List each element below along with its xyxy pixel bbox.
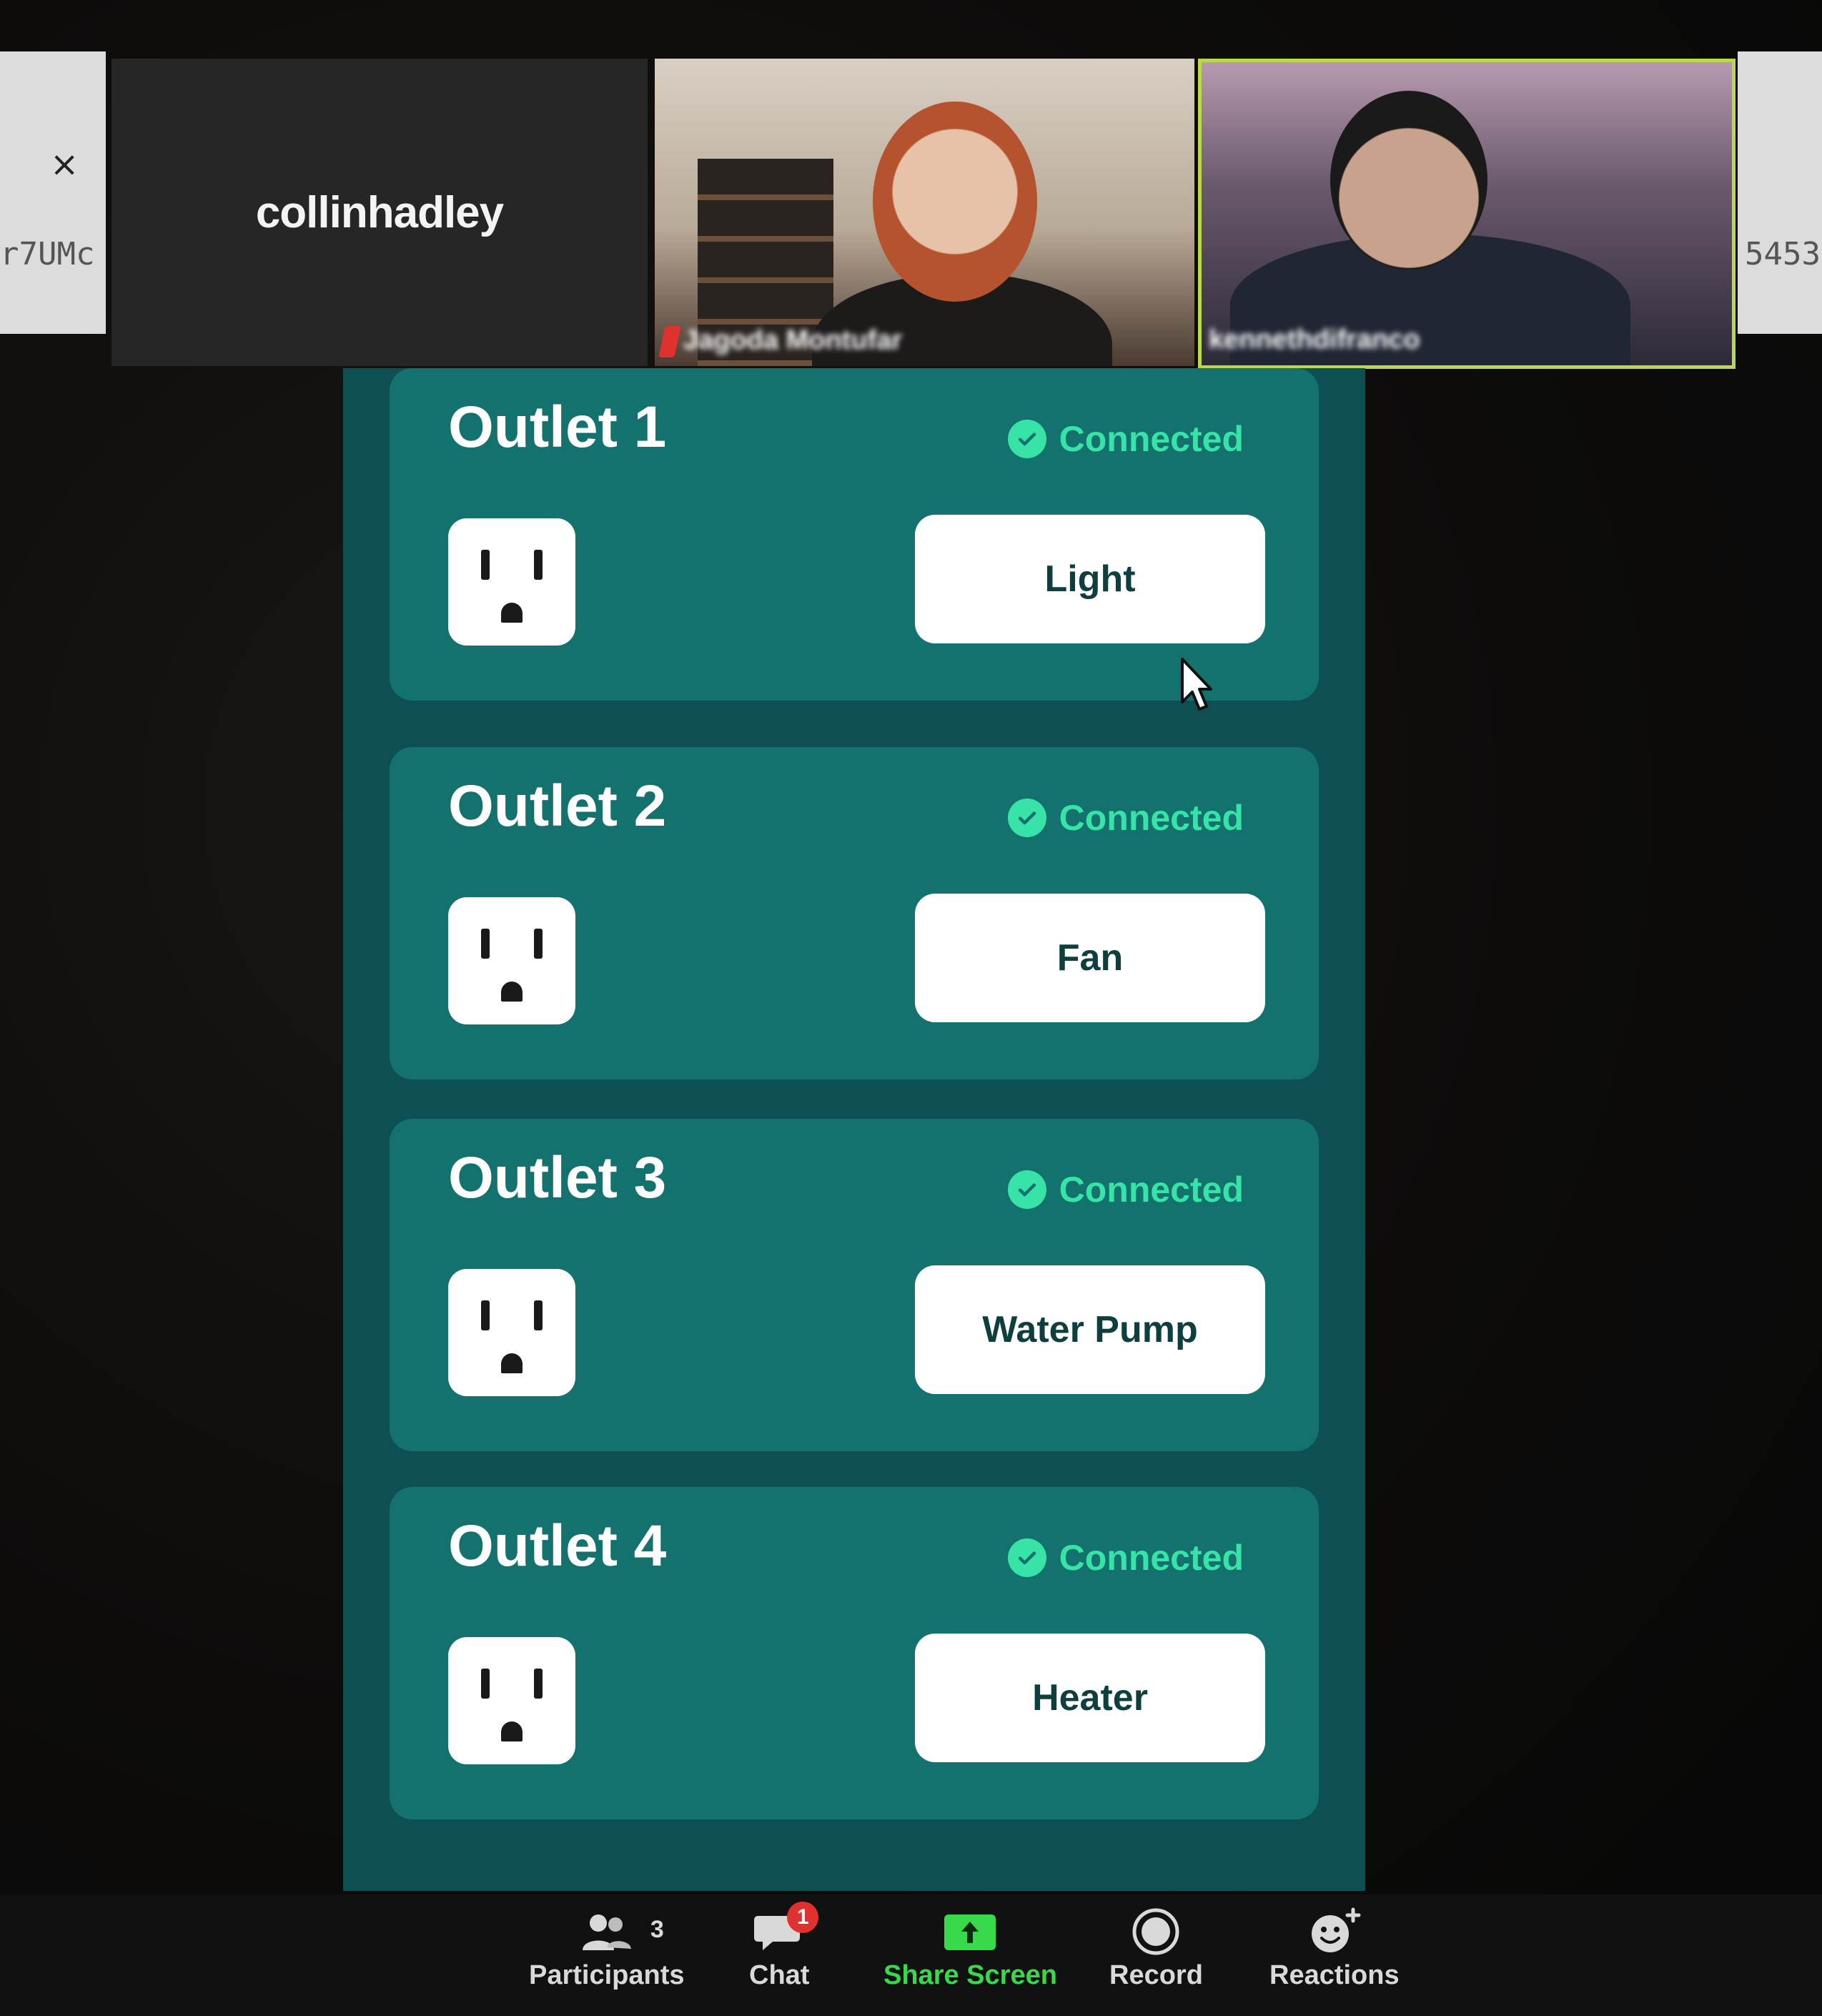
power-outlet-icon <box>448 1637 575 1764</box>
meeting-toolbar: 3 Participants 1 Chat Share Screen Recor… <box>0 1894 1822 2016</box>
status-label: Connected <box>1059 419 1244 459</box>
status-label: Connected <box>1059 798 1244 838</box>
status-label: Connected <box>1059 1538 1244 1578</box>
browser-tab-left: × r7UMc <box>0 51 106 334</box>
device-button-light[interactable]: Light <box>915 515 1265 643</box>
participants-button[interactable]: 3 Participants <box>529 1903 685 1991</box>
participants-icon: 3 <box>578 1903 664 1960</box>
url-fragment-left: r7UMc <box>0 236 95 272</box>
unread-chat-badge: 1 <box>787 1902 819 1933</box>
record-icon <box>1131 1903 1181 1960</box>
share-screen-icon <box>941 1903 999 1960</box>
reactions-label: Reactions <box>1269 1960 1400 1990</box>
muted-mic-icon <box>658 326 681 357</box>
device-button-fan[interactable]: Fan <box>915 894 1265 1022</box>
outlet-card-1: Outlet 1 Connected Light <box>390 368 1319 701</box>
reactions-button[interactable]: Reactions <box>1269 1903 1400 1991</box>
close-tab-icon[interactable]: × <box>50 144 79 184</box>
outlet-title: Outlet 4 <box>448 1513 667 1578</box>
check-circle-icon <box>1007 420 1046 458</box>
participant-video-2-active-speaker[interactable]: kennethdifranco <box>1198 59 1736 369</box>
person-head <box>1330 91 1487 270</box>
chat-button[interactable]: 1 Chat <box>749 1902 819 1991</box>
participant-video-name: kennethdifranco <box>1209 325 1420 355</box>
power-outlet-icon <box>448 897 575 1024</box>
reactions-icon <box>1306 1903 1363 1960</box>
share-screen-label: Share Screen <box>883 1960 1057 1990</box>
participant-video-1[interactable]: Jagoda Montufar <box>655 59 1194 366</box>
zoom-meeting-window: × r7UMc 5453 collinhadley Jagoda Montufa… <box>0 0 1822 2016</box>
power-outlet-icon <box>448 1269 575 1396</box>
connection-status: Connected <box>1007 1537 1244 1578</box>
check-circle-icon <box>1007 1170 1046 1209</box>
chat-icon: 1 <box>754 1902 819 1960</box>
outlet-card-2: Outlet 2 Connected Fan <box>390 747 1319 1079</box>
shared-screen-outlet-app: Outlet 1 Connected Light Outlet 2 Connec… <box>343 368 1365 1891</box>
browser-tab-right: 5453 <box>1738 51 1822 334</box>
device-button-heater[interactable]: Heater <box>915 1634 1265 1762</box>
participant-name: collinhadley <box>255 187 504 237</box>
participants-label: Participants <box>529 1960 685 1990</box>
url-fragment-right: 5453 <box>1745 236 1821 272</box>
record-button[interactable]: Record <box>1109 1903 1203 1991</box>
share-screen-button[interactable]: Share Screen <box>883 1903 1057 1991</box>
participant-video-name: Jagoda Montufar <box>683 325 903 355</box>
connection-status: Connected <box>1007 1169 1244 1210</box>
chat-label: Chat <box>749 1960 810 1990</box>
outlet-card-3: Outlet 3 Connected Water Pump <box>390 1119 1319 1451</box>
participants-count: 3 <box>650 1916 664 1943</box>
outlet-title: Outlet 1 <box>448 395 667 460</box>
outlet-card-4: Outlet 4 Connected Heater <box>390 1487 1319 1819</box>
outlet-title: Outlet 3 <box>448 1145 667 1210</box>
check-circle-icon <box>1007 799 1046 837</box>
participant-tile-collinhadley[interactable]: collinhadley <box>112 59 648 366</box>
connection-status: Connected <box>1007 418 1244 460</box>
record-label: Record <box>1109 1960 1203 1990</box>
mouse-cursor-icon <box>1181 658 1212 711</box>
outlet-title: Outlet 2 <box>448 774 667 839</box>
device-button-water-pump[interactable]: Water Pump <box>915 1265 1265 1394</box>
status-label: Connected <box>1059 1170 1244 1210</box>
check-circle-icon <box>1007 1538 1046 1577</box>
person-head <box>873 102 1037 302</box>
power-outlet-icon <box>448 518 575 646</box>
connection-status: Connected <box>1007 797 1244 839</box>
